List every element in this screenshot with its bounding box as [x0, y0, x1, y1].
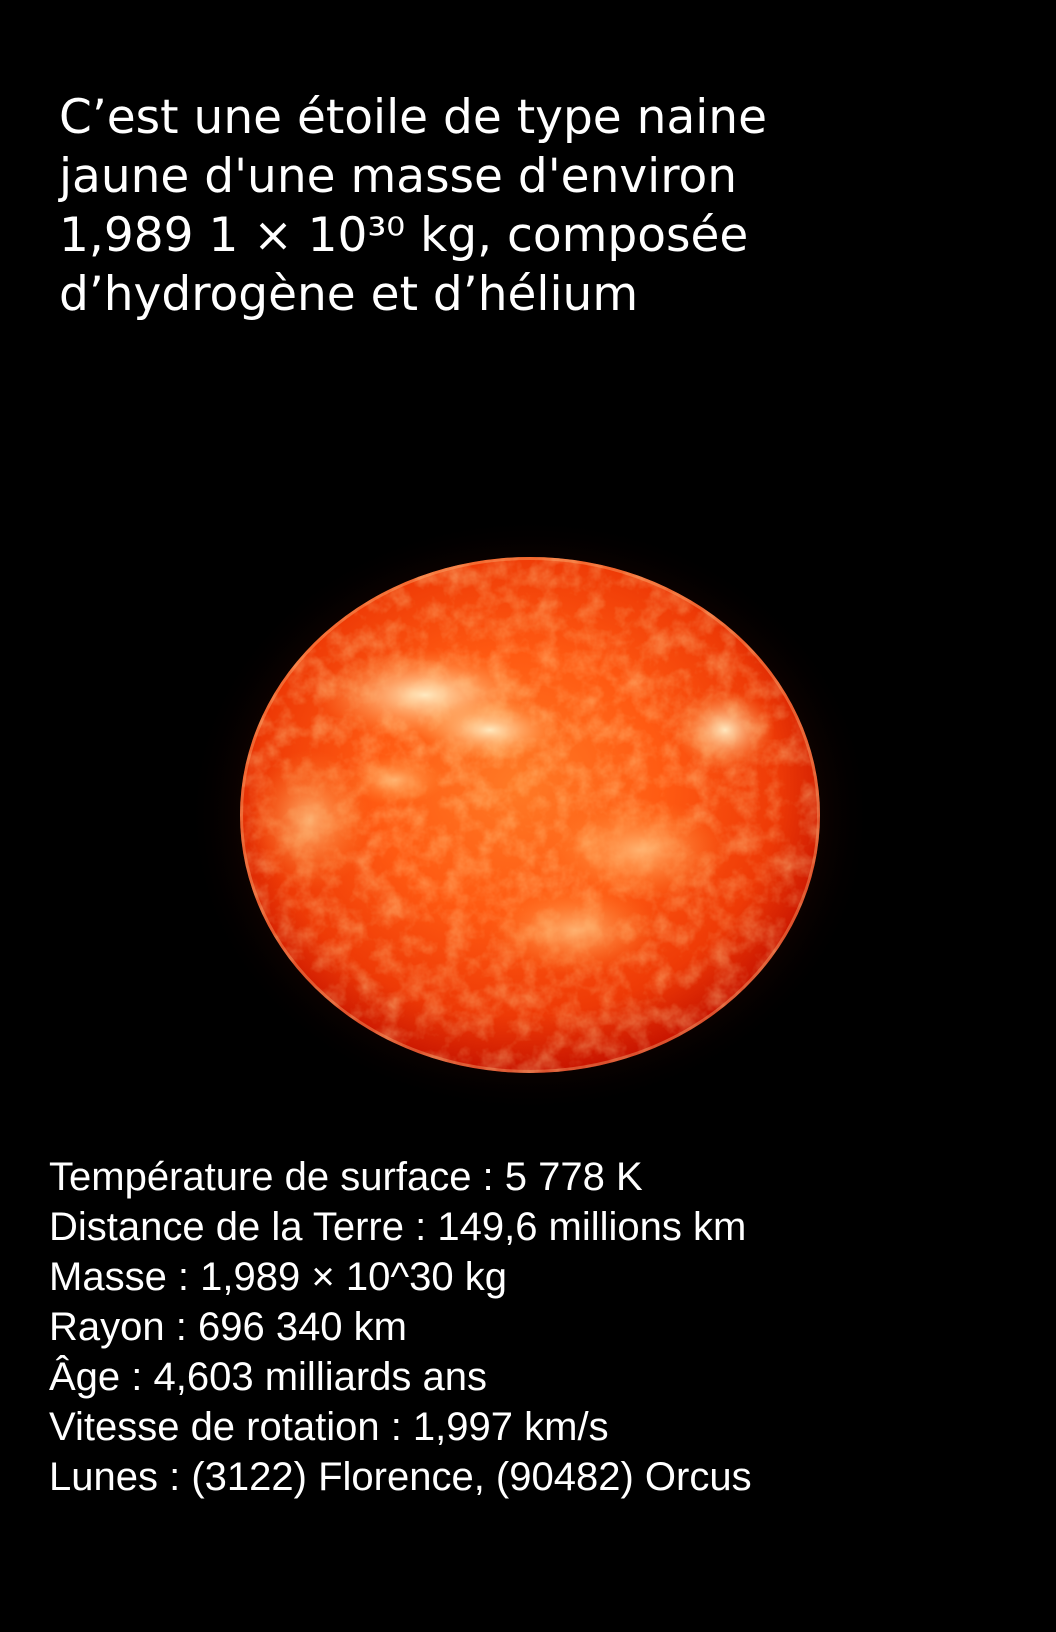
fact-age: Âge : 4,603 milliards ans: [49, 1355, 488, 1399]
fact-distance-earth: Distance de la Terre : 149,6 millions km: [49, 1205, 747, 1249]
intro-line: C’est une étoile de type naine: [59, 90, 768, 145]
sun-surface-texture: [240, 557, 820, 1073]
sun-illustration: [185, 520, 875, 1115]
fact-radius: Rayon : 696 340 km: [49, 1305, 407, 1349]
fact-mass: Masse : 1,989 × 10^30 kg: [49, 1255, 507, 1299]
intro-line: 1,989 1 × 10³⁰ kg, composée: [59, 208, 749, 263]
sun-image: [180, 520, 880, 1120]
fact-surface-temperature: Température de surface : 5 778 K: [49, 1155, 643, 1199]
fact-moons: Lunes : (3122) Florence, (90482) Orcus: [49, 1455, 752, 1499]
intro-line: d’hydrogène et d’hélium: [59, 267, 639, 322]
intro-text: C’est une étoile de type naine jaune d'u…: [59, 88, 959, 324]
intro-line: jaune d'une masse d'environ: [59, 149, 738, 204]
fact-rotation-speed: Vitesse de rotation : 1,997 km/s: [49, 1405, 609, 1449]
sun-card: C’est une étoile de type naine jaune d'u…: [0, 0, 1056, 1632]
facts-list: Température de surface : 5 778 K Distanc…: [49, 1152, 1009, 1502]
